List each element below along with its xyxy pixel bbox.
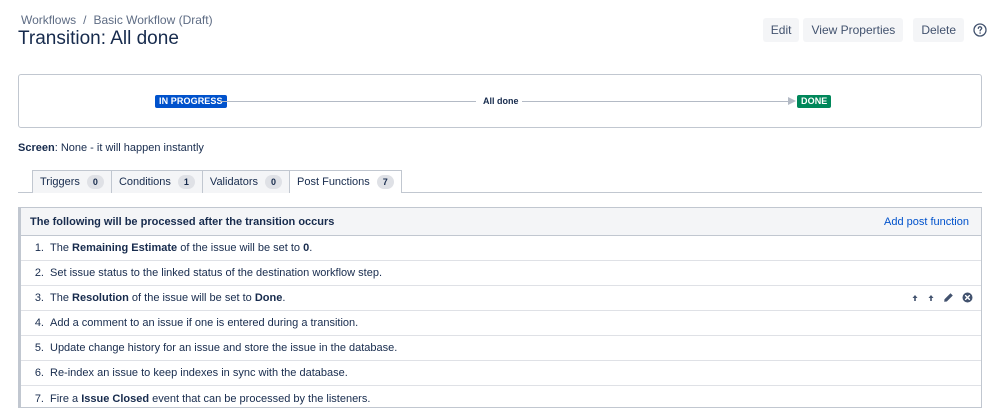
tab-triggers[interactable]: Triggers 0 bbox=[32, 170, 112, 193]
add-post-function-link[interactable]: Add post function bbox=[884, 216, 969, 228]
text-part: . bbox=[309, 242, 313, 254]
bold-term: Done bbox=[254, 292, 283, 304]
status-lozenge-from: IN PROGRESS bbox=[155, 95, 227, 108]
question-circle-icon[interactable] bbox=[973, 23, 987, 37]
move-down-icon[interactable] bbox=[927, 293, 935, 303]
row-number: 6. bbox=[34, 367, 44, 379]
tab-label: Validators bbox=[209, 176, 259, 188]
move-up-icon[interactable] bbox=[911, 293, 919, 303]
transition-name: All done bbox=[483, 96, 519, 106]
page-title: Transition: All done bbox=[18, 28, 179, 49]
screen-value: : None - it will happen instantly bbox=[54, 142, 204, 154]
tab-count-badge: 0 bbox=[86, 175, 104, 189]
tab-count-badge: 0 bbox=[265, 175, 283, 189]
post-function-row: 6. Re-index an issue to keep indexes in s… bbox=[21, 361, 981, 386]
post-function-text: Update change history for an issue and s… bbox=[50, 342, 397, 354]
text-part: The bbox=[50, 242, 73, 254]
tab-bar: Triggers 0 Conditions 1 Validators 0 Post F… bbox=[32, 170, 402, 193]
post-function-text: Add a comment to an issue if one is ente… bbox=[50, 317, 358, 329]
row-number: 2. bbox=[34, 267, 44, 279]
post-function-list: 1. The Remaining Estimate of the issue wi… bbox=[21, 236, 981, 411]
row-actions bbox=[903, 292, 973, 303]
text-part: Fire a bbox=[50, 392, 82, 405]
post-function-row: 1. The Remaining Estimate of the issue wi… bbox=[21, 236, 981, 261]
status-lozenge-to: DONE bbox=[797, 95, 832, 108]
text-part: Re-index an issue to keep indexes in syn… bbox=[50, 367, 348, 379]
bold-term: Remaining Estimate bbox=[72, 242, 178, 254]
post-function-row: 4. Add a comment to an issue if one is en… bbox=[21, 311, 981, 336]
row-number: 4. bbox=[34, 317, 44, 329]
row-number: 5. bbox=[34, 342, 44, 354]
tab-label: Conditions bbox=[118, 176, 171, 188]
text-part: The bbox=[50, 292, 73, 304]
breadcrumb-workflow-link[interactable]: Basic Workflow (Draft) bbox=[93, 13, 212, 27]
edit-pencil-icon[interactable] bbox=[943, 292, 954, 303]
screen-label: Screen bbox=[18, 142, 55, 154]
tab-count-badge: 7 bbox=[376, 175, 394, 189]
post-function-text: The Resolution of the issue will be set … bbox=[50, 292, 285, 304]
tab-validators[interactable]: Validators 0 bbox=[201, 170, 291, 193]
header-actions: Edit View Properties Delete bbox=[762, 18, 987, 42]
tab-label: Triggers bbox=[40, 176, 80, 188]
transition-line bbox=[522, 101, 789, 102]
text-part: . bbox=[282, 292, 286, 304]
panel-title: The following will be processed after th… bbox=[30, 215, 335, 228]
delete-button[interactable]: Delete bbox=[913, 18, 964, 42]
post-function-text: The Remaining Estimate of the issue will… bbox=[50, 242, 312, 254]
view-properties-button[interactable]: View Properties bbox=[803, 18, 904, 42]
tab-label: Post Functions bbox=[297, 176, 370, 188]
post-function-row: 5. Update change history for an issue and… bbox=[21, 336, 981, 361]
text-part: Add a comment to an issue if one is ente… bbox=[50, 317, 359, 329]
screen-info: Screen: None - it will happen instantly bbox=[18, 142, 204, 154]
transition-line bbox=[220, 101, 476, 102]
row-number: 7. bbox=[34, 392, 44, 405]
tab-conditions[interactable]: Conditions 1 bbox=[110, 170, 203, 193]
bold-term: Issue Closed bbox=[81, 392, 150, 405]
row-number: 3. bbox=[34, 292, 44, 304]
text-part: of the issue will be set to bbox=[177, 242, 304, 254]
breadcrumb-separator: / bbox=[83, 13, 87, 27]
post-function-row: 7. Fire a Issue Closed event that can be … bbox=[21, 386, 981, 411]
text-part: Set issue status to the linked status of… bbox=[50, 267, 383, 279]
breadcrumb-workflows-link[interactable]: Workflows bbox=[21, 13, 76, 27]
text-part: Update change history for an issue and s… bbox=[50, 342, 398, 354]
text-part: event that can be processed by the liste… bbox=[149, 392, 371, 405]
tab-post-functions[interactable]: Post Functions 7 bbox=[289, 170, 402, 193]
post-function-text: Set issue status to the linked status of… bbox=[50, 267, 382, 279]
panel-header: The following will be processed after th… bbox=[21, 208, 981, 236]
post-function-text: Fire a Issue Closed event that can be pr… bbox=[50, 393, 370, 405]
arrow-head-icon bbox=[788, 97, 796, 105]
post-function-row: 3. The Resolution of the issue will be se… bbox=[21, 286, 981, 311]
bold-term: Resolution bbox=[72, 292, 129, 304]
post-functions-panel: The following will be processed after th… bbox=[18, 207, 982, 408]
post-function-row: 2. Set issue status to the linked status … bbox=[21, 261, 981, 286]
delete-icon[interactable] bbox=[962, 292, 973, 303]
row-number: 1. bbox=[34, 242, 44, 254]
breadcrumb: Workflows / Basic Workflow (Draft) bbox=[21, 13, 213, 27]
post-function-text: Re-index an issue to keep indexes in syn… bbox=[50, 367, 348, 379]
edit-button[interactable]: Edit bbox=[762, 18, 800, 42]
text-part: of the issue will be set to bbox=[128, 292, 255, 304]
workflow-diagram: IN PROGRESS All done DONE bbox=[18, 74, 982, 128]
tab-count-badge: 1 bbox=[177, 175, 195, 189]
